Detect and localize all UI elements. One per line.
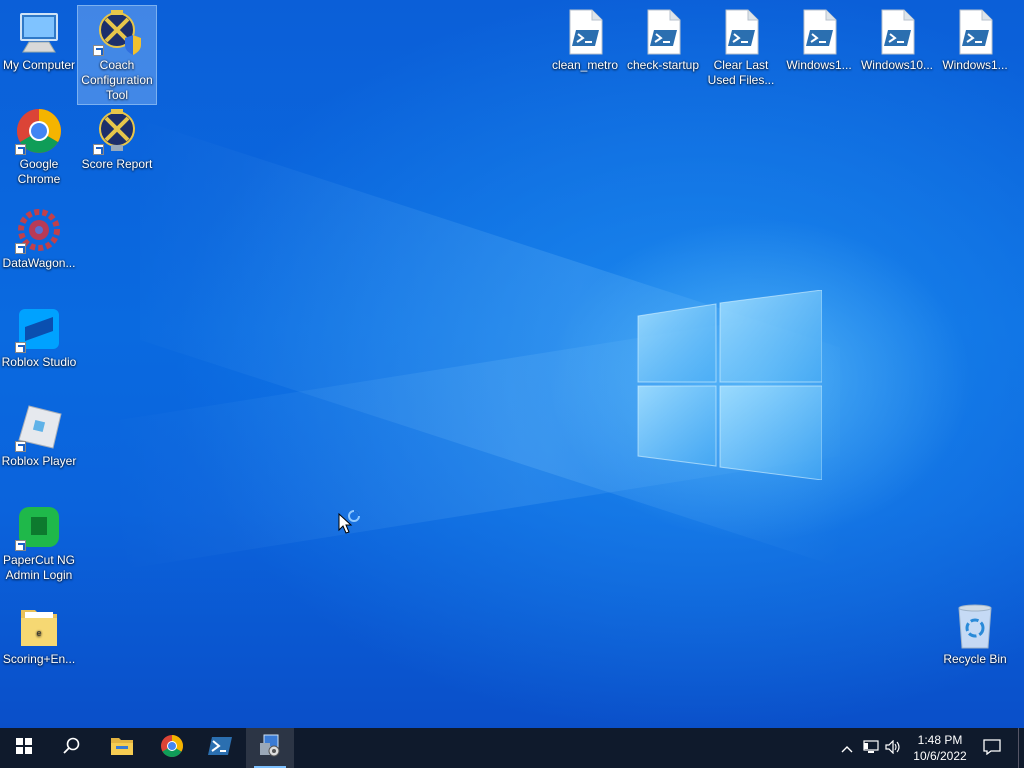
desktop-icon-check-startup[interactable]: check-startup — [624, 6, 702, 73]
desktop-icon-windows-script-1[interactable]: Windows1... — [780, 6, 858, 73]
icon-label: My Computer — [2, 58, 76, 72]
icon-label: Windows10... — [860, 58, 934, 72]
papercut-icon — [15, 503, 63, 551]
config-tool-icon — [258, 734, 282, 763]
taskbar-configuration-tool[interactable] — [246, 728, 294, 768]
desktop-icon-recycle-bin[interactable]: Recycle Bin — [936, 600, 1014, 667]
desktop[interactable]: My Computer Coach Configuration Tool Goo… — [0, 0, 1024, 728]
chrome-icon — [15, 107, 63, 155]
taskbar: 1:48 PM 10/6/2022 — [0, 728, 1024, 768]
desktop-icon-score-report[interactable]: Score Report — [78, 105, 156, 172]
chrome-icon — [160, 734, 184, 763]
taskbar-powershell[interactable] — [196, 728, 244, 768]
powershell-icon — [208, 736, 232, 761]
icon-label: Coach Configuration Tool — [81, 58, 153, 102]
show-hidden-icons-button[interactable] — [836, 728, 858, 768]
roblox-studio-icon — [15, 305, 63, 353]
desktop-icon-windows-script-2[interactable]: Windows10... — [858, 6, 936, 73]
powershell-script-icon — [561, 8, 609, 56]
powershell-script-icon — [951, 8, 999, 56]
network-tray-button[interactable] — [860, 728, 882, 768]
folder-icon: e — [15, 602, 63, 650]
network-icon — [863, 739, 879, 757]
chevron-up-icon — [841, 741, 853, 756]
powershell-script-icon — [873, 8, 921, 56]
show-desktop-button[interactable] — [1018, 728, 1024, 768]
icon-label: Recycle Bin — [943, 652, 1007, 666]
taskbar-file-explorer[interactable] — [98, 728, 146, 768]
action-center-button[interactable] — [978, 728, 1006, 768]
desktop-icon-clear-last-used-files[interactable]: Clear Last Used Files... — [702, 6, 780, 88]
icon-label: clean_metro — [551, 58, 619, 72]
roblox-player-icon — [15, 404, 63, 452]
svg-text:e: e — [36, 628, 41, 638]
icon-label: DataWagon... — [2, 256, 76, 270]
taskbar-chrome[interactable] — [148, 728, 196, 768]
shield-crest-icon — [93, 107, 141, 155]
desktop-icon-papercut[interactable]: PaperCut NG Admin Login — [0, 501, 78, 583]
notification-icon — [983, 738, 1001, 758]
icon-label: Windows1... — [942, 58, 1008, 72]
speaker-icon — [885, 739, 901, 757]
windows-wallpaper-logo — [636, 289, 823, 481]
clock-time: 1:48 PM — [917, 733, 963, 747]
shortcut-arrow-icon — [15, 243, 26, 254]
recycle-bin-icon — [951, 602, 999, 650]
shortcut-arrow-icon — [15, 540, 26, 551]
shortcut-arrow-icon — [15, 342, 26, 353]
icon-label: Scoring+En... — [2, 652, 76, 666]
icon-label: Clear Last Used Files... — [707, 58, 775, 87]
busy-cursor-icon — [337, 508, 365, 536]
windows-logo-icon — [16, 737, 32, 759]
clock-date: 10/6/2022 — [913, 749, 967, 763]
computer-icon — [15, 8, 63, 56]
icon-label: Google Chrome — [17, 157, 61, 186]
powershell-script-icon — [717, 8, 765, 56]
desktop-icon-roblox-player[interactable]: Roblox Player — [0, 402, 78, 469]
shield-crest-icon — [93, 8, 141, 56]
shortcut-arrow-icon — [93, 45, 104, 56]
desktop-icon-scoring-engine[interactable]: e Scoring+En... — [0, 600, 78, 667]
powershell-script-icon — [639, 8, 687, 56]
desktop-icon-coach-configuration-tool[interactable]: Coach Configuration Tool — [77, 5, 157, 105]
folder-icon — [110, 736, 134, 761]
shortcut-arrow-icon — [93, 144, 104, 155]
search-button[interactable] — [48, 728, 96, 768]
desktop-icon-clean-metro[interactable]: clean_metro — [546, 6, 624, 73]
icon-label: Windows1... — [786, 58, 852, 72]
taskbar-clock[interactable]: 1:48 PM 10/6/2022 — [900, 732, 980, 764]
icon-label: check-startup — [626, 58, 700, 72]
desktop-icon-roblox-studio[interactable]: Roblox Studio — [0, 303, 78, 370]
datawagon-gear-icon — [15, 206, 63, 254]
search-icon — [63, 737, 81, 760]
desktop-icon-my-computer[interactable]: My Computer — [0, 6, 78, 73]
desktop-icon-datawagon[interactable]: DataWagon... — [0, 204, 78, 271]
desktop-icon-google-chrome[interactable]: Google Chrome — [0, 105, 78, 187]
powershell-script-icon — [795, 8, 843, 56]
shortcut-arrow-icon — [15, 144, 26, 155]
start-button[interactable] — [0, 728, 48, 768]
icon-label: Roblox Studio — [1, 355, 77, 369]
desktop-icon-windows-script-3[interactable]: Windows1... — [936, 6, 1014, 73]
icon-label: Score Report — [81, 157, 153, 171]
icon-label: Roblox Player — [1, 454, 77, 468]
shortcut-arrow-icon — [15, 441, 26, 452]
icon-label: PaperCut NG Admin Login — [2, 553, 76, 582]
